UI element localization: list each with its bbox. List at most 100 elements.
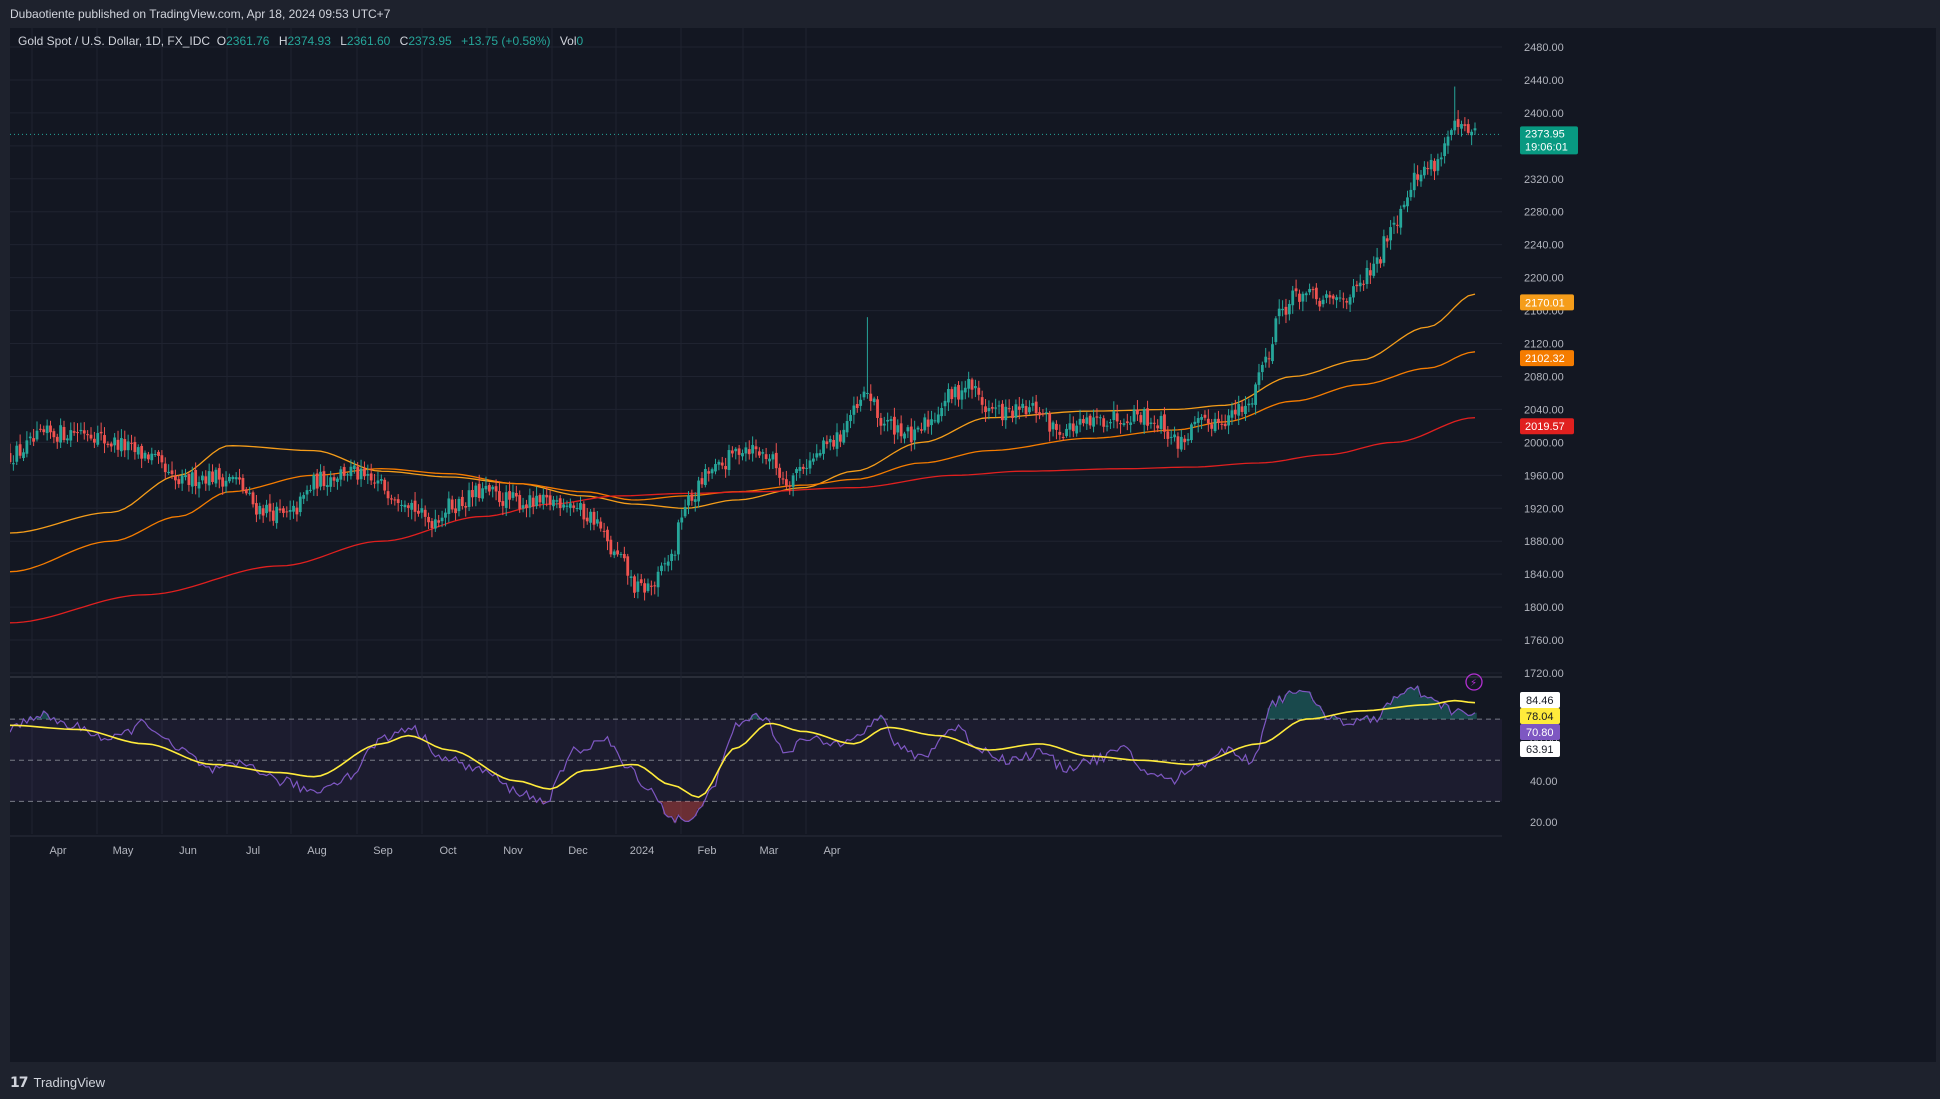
candle-down bbox=[1210, 424, 1214, 429]
candle-down bbox=[508, 491, 511, 500]
candle-down bbox=[1456, 119, 1460, 127]
rsi-tick-label: 20.00 bbox=[1530, 817, 1558, 829]
candle-up bbox=[872, 398, 876, 403]
candle-up bbox=[1004, 406, 1008, 421]
candle-down bbox=[1136, 409, 1139, 415]
ma-value-label: 2102.32 bbox=[1525, 353, 1565, 365]
candle-down bbox=[784, 479, 788, 486]
rsi-tick-label: 40.00 bbox=[1530, 776, 1558, 788]
candle-down bbox=[123, 439, 127, 451]
candle-down bbox=[1206, 418, 1210, 424]
candle-up bbox=[292, 505, 295, 512]
ma-value-label: 2019.57 bbox=[1525, 421, 1565, 433]
high-value: 2374.93 bbox=[287, 34, 331, 48]
candle-down bbox=[244, 489, 248, 494]
candle-up bbox=[1358, 282, 1362, 287]
candle-down bbox=[1233, 409, 1237, 415]
candle-up bbox=[943, 400, 947, 407]
candle-down bbox=[116, 439, 120, 450]
candle-up bbox=[153, 454, 157, 456]
candle-up bbox=[1021, 403, 1025, 409]
candle-down bbox=[582, 503, 586, 520]
candle-up bbox=[484, 485, 488, 490]
candle-up bbox=[1291, 290, 1295, 306]
price-tick-label: 1880.00 bbox=[1524, 536, 1564, 548]
candle-up bbox=[433, 519, 437, 529]
alert-lightning-glyph: ⚡ bbox=[1470, 678, 1477, 689]
candle-down bbox=[1426, 168, 1430, 170]
candle-up bbox=[906, 427, 910, 432]
candle-up bbox=[818, 453, 822, 456]
candle-down bbox=[592, 511, 596, 525]
candle-up bbox=[960, 390, 964, 400]
candle-up bbox=[579, 503, 582, 510]
tradingview-logo[interactable]: 𝟭𝟳 TradingView bbox=[10, 1074, 105, 1091]
candle-down bbox=[548, 495, 552, 505]
candle-up bbox=[309, 489, 312, 491]
candle-up bbox=[1277, 308, 1281, 317]
candle-down bbox=[778, 467, 782, 478]
candle-down bbox=[838, 434, 842, 442]
candle-down bbox=[1217, 418, 1220, 423]
time-tick-label: Oct bbox=[439, 845, 456, 857]
candle-up bbox=[440, 517, 444, 522]
candle-up bbox=[1200, 417, 1203, 420]
candle-down bbox=[437, 520, 441, 523]
candle-up bbox=[352, 465, 356, 470]
symbol-label[interactable]: Gold Spot / U.S. Dollar, 1D, FX_IDC bbox=[18, 34, 210, 48]
candle-down bbox=[730, 450, 734, 454]
candle-down bbox=[1203, 414, 1207, 418]
candle-down bbox=[133, 442, 137, 453]
candle-up bbox=[65, 438, 69, 441]
candle-up bbox=[1244, 405, 1247, 414]
brand-name: TradingView bbox=[33, 1075, 106, 1090]
candle-down bbox=[980, 397, 984, 405]
candle-up bbox=[1085, 417, 1089, 424]
candle-up bbox=[319, 471, 322, 487]
rsi-value-label: 78.04 bbox=[1526, 711, 1554, 723]
change-value: +13.75 (+0.58%) bbox=[461, 34, 551, 48]
candle-up bbox=[96, 433, 100, 445]
candle-down bbox=[42, 429, 46, 433]
candle-down bbox=[1368, 270, 1372, 276]
candle-down bbox=[62, 426, 66, 440]
candle-up bbox=[346, 474, 349, 476]
candle-up bbox=[562, 504, 565, 508]
candle-up bbox=[835, 432, 839, 449]
candle-down bbox=[1311, 289, 1315, 291]
candle-up bbox=[656, 571, 660, 588]
candle-up bbox=[1271, 344, 1274, 362]
candle-up bbox=[150, 453, 154, 461]
candle-up bbox=[224, 480, 228, 487]
candle-up bbox=[646, 583, 650, 592]
candle-up bbox=[842, 429, 846, 443]
candle-down bbox=[1119, 423, 1122, 425]
candle-up bbox=[997, 405, 1001, 407]
candle-down bbox=[406, 505, 410, 508]
candle-up bbox=[336, 478, 339, 482]
price-tick-label: 2440.00 bbox=[1524, 75, 1564, 87]
candle-up bbox=[1237, 403, 1241, 416]
candle-up bbox=[1159, 415, 1163, 429]
candle-up bbox=[1196, 418, 1200, 423]
candle-down bbox=[174, 475, 177, 481]
candle-up bbox=[1142, 409, 1146, 425]
chart-area[interactable]: 2480.002440.002400.002360.002320.002280.… bbox=[8, 28, 1936, 1062]
candle-up bbox=[1132, 409, 1136, 422]
candle-down bbox=[217, 468, 221, 480]
candle-down bbox=[1166, 431, 1170, 439]
candle-down bbox=[977, 387, 981, 395]
candle-up bbox=[1372, 263, 1376, 276]
high-label: H bbox=[278, 34, 288, 48]
candle-up bbox=[190, 472, 194, 487]
candle-up bbox=[288, 509, 292, 512]
candle-down bbox=[1294, 288, 1298, 292]
candle-up bbox=[555, 500, 559, 502]
chart-canvas[interactable]: 2480.002440.002400.002360.002320.002280.… bbox=[8, 28, 1936, 1062]
candle-up bbox=[420, 508, 424, 513]
candle-down bbox=[747, 449, 751, 455]
price-tick-label: 2320.00 bbox=[1524, 174, 1564, 186]
candle-up bbox=[1453, 120, 1457, 131]
candle-down bbox=[241, 477, 245, 491]
candle-up bbox=[167, 471, 171, 474]
